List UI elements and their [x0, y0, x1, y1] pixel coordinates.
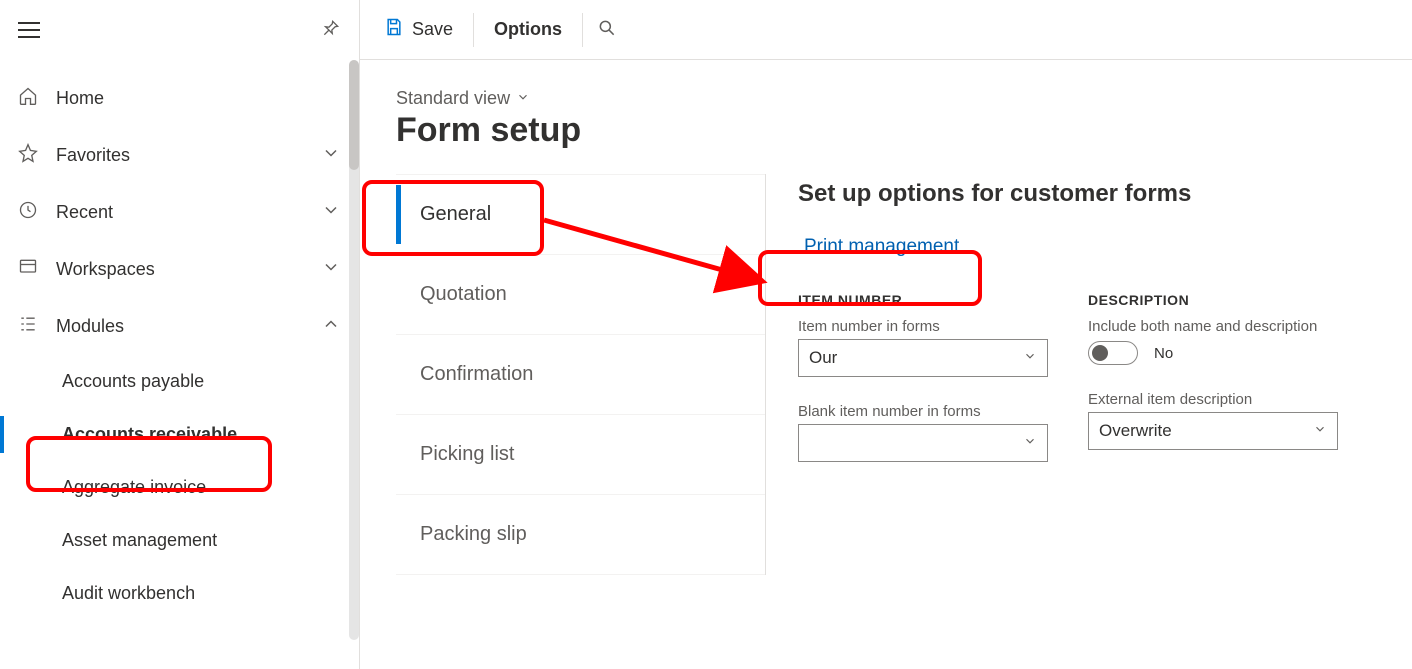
chevron-down-icon [321, 143, 341, 168]
vertical-tabs: General Quotation Confirmation Picking l… [396, 174, 766, 575]
star-icon [18, 143, 38, 168]
home-icon [18, 86, 38, 111]
chevron-down-icon [321, 200, 341, 225]
search-icon [597, 25, 617, 42]
main: Save Options Standard view Form setup [360, 0, 1412, 669]
panel: Set up options for customer forms Print … [798, 174, 1376, 575]
clock-icon [18, 200, 38, 225]
hamburger-icon[interactable] [18, 22, 40, 38]
divider [582, 13, 583, 47]
pin-icon[interactable] [321, 18, 341, 42]
chevron-down-icon [1023, 433, 1037, 453]
view-selector[interactable]: Standard view [396, 88, 1376, 109]
vtab-confirmation[interactable]: Confirmation [396, 335, 765, 415]
sub-item[interactable]: Audit workbench [0, 567, 359, 620]
section-label: ITEM NUMBER [798, 292, 1048, 308]
nav-workspaces[interactable]: Workspaces [0, 241, 359, 298]
sidebar-top [0, 0, 359, 60]
field-label: Blank item number in forms [798, 403, 1048, 420]
vtab-general[interactable]: General [396, 174, 765, 255]
nav-list: Home Favorites Recent [0, 60, 359, 620]
section-label: DESCRIPTION [1088, 292, 1338, 308]
save-icon [384, 17, 404, 42]
modules-sub-list: Accounts payable Accounts receivable Agg… [0, 355, 359, 620]
col-item-number: ITEM NUMBER Item number in forms Our Bla… [798, 280, 1048, 462]
sub-item[interactable]: Asset management [0, 514, 359, 567]
search-button[interactable] [597, 18, 617, 42]
action-bar: Save Options [360, 0, 1412, 60]
sidebar: Home Favorites Recent [0, 0, 360, 669]
nav-label: Modules [56, 316, 303, 337]
blank-item-number-dropdown[interactable] [798, 424, 1048, 462]
toggle-row: No [1088, 341, 1338, 365]
chevron-down-icon [1023, 348, 1037, 368]
field-label: Item number in forms [798, 318, 1048, 335]
nav-label: Workspaces [56, 259, 303, 280]
sidebar-scrollbar[interactable] [349, 60, 359, 640]
field-label: Include both name and description [1088, 318, 1338, 335]
col-description: DESCRIPTION Include both name and descri… [1088, 280, 1338, 462]
sub-item[interactable]: Aggregate invoice [0, 461, 359, 514]
toggle-value: No [1154, 345, 1173, 362]
vtab-quotation[interactable]: Quotation [396, 255, 765, 335]
divider [473, 13, 474, 47]
nav-label: Home [56, 88, 341, 109]
chevron-down-icon [1313, 421, 1327, 441]
options-button[interactable]: Options [488, 11, 568, 48]
page-title: Form setup [396, 111, 1376, 150]
print-management-link[interactable]: Print management [798, 232, 965, 262]
nav-favorites[interactable]: Favorites [0, 127, 359, 184]
chevron-down-icon [516, 88, 530, 109]
columns: ITEM NUMBER Item number in forms Our Bla… [798, 280, 1376, 462]
workspaces-icon [18, 257, 38, 282]
nav-modules[interactable]: Modules [0, 298, 359, 355]
external-item-desc-dropdown[interactable]: Overwrite [1088, 412, 1338, 450]
dropdown-value: Our [809, 348, 837, 368]
sub-item-active[interactable]: Accounts receivable [0, 408, 359, 461]
chevron-down-icon [321, 257, 341, 282]
form-layout: General Quotation Confirmation Picking l… [396, 174, 1376, 575]
nav-recent[interactable]: Recent [0, 184, 359, 241]
nav-label: Recent [56, 202, 303, 223]
nav-home[interactable]: Home [0, 70, 359, 127]
chevron-up-icon [321, 314, 341, 339]
nav-label: Favorites [56, 145, 303, 166]
panel-heading: Set up options for customer forms [798, 180, 1376, 208]
vtab-packing-slip[interactable]: Packing slip [396, 495, 765, 575]
modules-icon [18, 314, 38, 339]
content: Standard view Form setup General Quotati… [360, 60, 1412, 669]
field-label: External item description [1088, 391, 1338, 408]
app-root: Home Favorites Recent [0, 0, 1412, 669]
save-button[interactable]: Save [378, 9, 459, 50]
dropdown-value: Overwrite [1099, 421, 1172, 441]
vtab-picking-list[interactable]: Picking list [396, 415, 765, 495]
include-both-toggle[interactable] [1088, 341, 1138, 365]
sub-item[interactable]: Accounts payable [0, 355, 359, 408]
save-label: Save [412, 19, 453, 40]
view-name-label: Standard view [396, 88, 510, 109]
item-number-dropdown[interactable]: Our [798, 339, 1048, 377]
